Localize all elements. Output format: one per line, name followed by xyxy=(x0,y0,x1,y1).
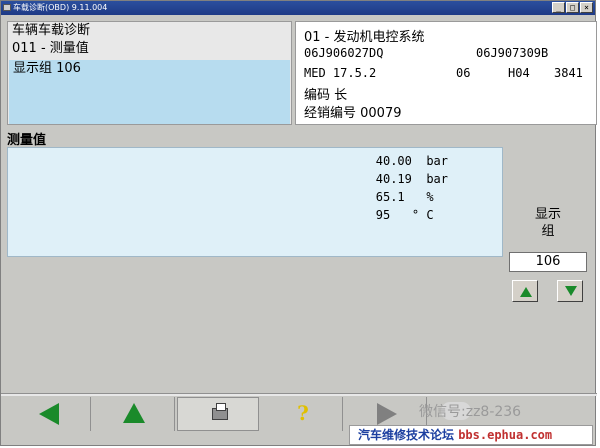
window-controls: _ □ × xyxy=(552,2,593,13)
group-up-button[interactable] xyxy=(512,280,538,302)
arrow-right-icon xyxy=(377,403,397,425)
arrow-left-icon xyxy=(39,403,59,425)
ecu-val-h04: H04 xyxy=(508,66,530,80)
back-button[interactable] xyxy=(9,397,91,431)
nav-function[interactable]: 011 - 测量值 xyxy=(8,40,291,58)
window-title: 车载诊断(OBD) 9.11.004 xyxy=(13,3,108,12)
maximize-button[interactable]: □ xyxy=(566,2,579,13)
ecu-system: 01 - 发动机电控系统 xyxy=(304,30,425,45)
watermark-text: 微信号:zz8-236 xyxy=(419,404,522,420)
arrow-up-icon xyxy=(520,287,532,297)
ecu-part-number: 06J906027DQ xyxy=(304,46,384,60)
value-line-3: 65.1 % xyxy=(375,190,448,204)
group-number-input[interactable]: 106 xyxy=(509,252,587,272)
printer-icon xyxy=(212,403,228,420)
close-button[interactable]: × xyxy=(580,2,593,13)
ecu-info-panel: 01 - 发动机电控系统 06J906027DQ 06J907309B MED … xyxy=(295,21,597,125)
group-label: 显示 组 xyxy=(521,206,575,240)
app-window: 车载诊断(OBD) 9.11.004 _ □ × 车辆车载诊断 011 - 测量… xyxy=(0,0,597,446)
forum-banner: 汽车维修技术论坛 bbs.ephua.com xyxy=(349,425,593,445)
measurement-values-box: 40.00 bar 40.19 bar 65.1 % 95 ° C xyxy=(7,147,503,257)
value-line-2: 40.19 bar xyxy=(375,172,448,186)
measurement-title: 测量值 xyxy=(7,133,47,148)
nav-selected-group[interactable]: 显示组 106 xyxy=(9,60,290,124)
arrow-up-icon xyxy=(123,403,145,423)
value-line-1: 40.00 bar xyxy=(375,154,448,168)
nav-group-label: 显示组 106 xyxy=(13,61,81,76)
ecu-coding: 编码 长 xyxy=(304,88,348,103)
ecu-val-3841: 3841 xyxy=(554,66,583,80)
nav-title[interactable]: 车辆车载诊断 xyxy=(8,22,291,40)
ecu-dealer: 经销编号 00079 xyxy=(304,106,402,121)
minimize-button[interactable]: _ xyxy=(552,2,565,13)
group-label-line-1: 显示 xyxy=(534,207,561,222)
forum-name: 汽车维修技术论坛 xyxy=(358,428,455,442)
ecu-part-number-2: 06J907309B xyxy=(476,46,549,60)
help-icon: ? xyxy=(297,401,309,425)
ecu-val-06: 06 xyxy=(456,66,471,80)
group-label-line-2: 组 xyxy=(541,224,555,239)
arrow-down-icon xyxy=(565,286,577,296)
print-button[interactable] xyxy=(177,397,259,431)
group-down-button[interactable] xyxy=(557,280,583,302)
help-button[interactable]: ? xyxy=(261,397,343,431)
toolbar-separator xyxy=(1,393,597,396)
title-bar: 车载诊断(OBD) 9.11.004 _ □ × xyxy=(1,1,595,15)
forum-url: bbs.ephua.com xyxy=(458,428,553,442)
app-icon xyxy=(3,4,11,11)
navigation-panel: 车辆车载诊断 011 - 测量值 显示组 106 xyxy=(7,21,292,125)
ecu-engine: MED 17.5.2 xyxy=(304,66,377,80)
value-line-4: 95 ° C xyxy=(375,208,448,222)
up-button[interactable] xyxy=(93,397,175,431)
